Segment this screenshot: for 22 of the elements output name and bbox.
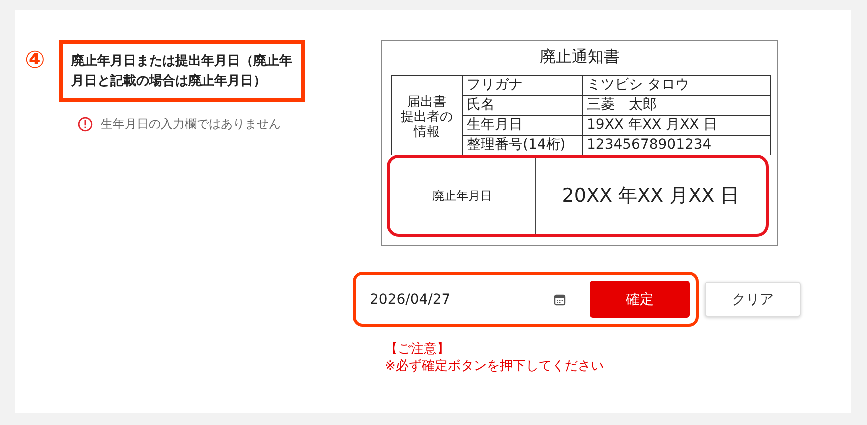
table-cell-text: 三菱 太郎 bbox=[586, 96, 658, 115]
calendar-icon[interactable] bbox=[554, 294, 566, 306]
warning-icon bbox=[78, 117, 93, 132]
document-title: 廃止通知書 bbox=[539, 47, 621, 68]
table-cell: フリガナ bbox=[463, 76, 583, 95]
confirm-button[interactable]: 確定 bbox=[590, 281, 690, 318]
table-cell-text: 19XX 年XX 月XX 日 bbox=[586, 116, 719, 135]
step-number: ④ bbox=[25, 46, 46, 74]
clear-button[interactable]: クリア bbox=[705, 282, 801, 317]
table-cell: 生年月日 bbox=[463, 116, 583, 135]
date-field[interactable]: 2026/04/27 bbox=[370, 292, 590, 308]
table-cell-text: ミツビシ タロウ bbox=[586, 76, 690, 95]
notice-text: 【ご注意】 bbox=[385, 341, 451, 358]
table-cell: 届出書 提出者の 情報 bbox=[392, 76, 463, 155]
step-title: 廃止年月日または提出年月日（廃止年月日と記載の場合は廃止年月日） bbox=[59, 40, 306, 102]
table-cell: 廃止年月日 bbox=[390, 158, 536, 234]
warning-text: 生年月日の入力欄ではありません bbox=[101, 116, 281, 133]
table-cell: 氏名 bbox=[463, 96, 583, 115]
table-cell-text: 12345678901234 bbox=[586, 136, 713, 155]
notice-text: ※必ず確定ボタンを押下してください bbox=[385, 358, 605, 375]
table-cell-text: 20XX 年XX 月XX 日 bbox=[561, 184, 741, 209]
table-cell: 整理番号(14桁) bbox=[463, 136, 583, 155]
